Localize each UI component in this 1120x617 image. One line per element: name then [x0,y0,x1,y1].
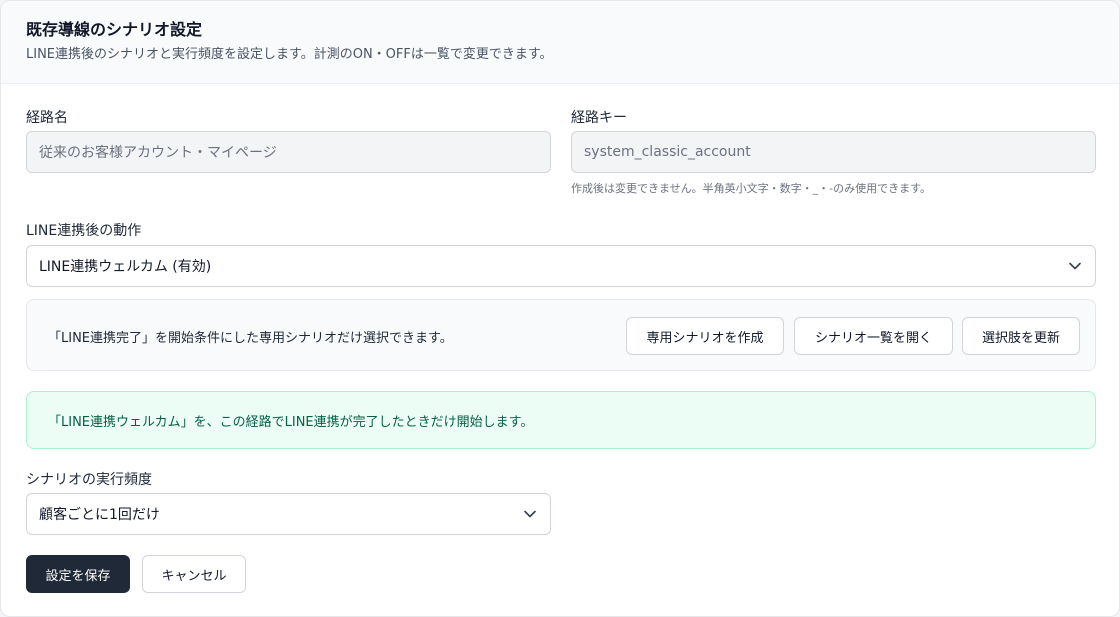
save-button[interactable]: 設定を保存 [26,555,130,593]
cancel-button[interactable]: キャンセル [142,555,246,593]
page-title: 既存導線のシナリオ設定 [26,20,203,39]
frequency-selected-value: 顧客ごとに1回だけ [39,507,160,523]
scenario-settings-card: 既存導線のシナリオ設定 LINE連携後のシナリオと実行頻度を設定します。計測のO… [0,0,1120,617]
frequency-select[interactable]: 顧客ごとに1回だけ [26,493,551,535]
route-name-field: 従来のお客様アカウント・マイページ [26,131,551,173]
card-header: 既存導線のシナリオ設定 LINE連携後のシナリオと実行頻度を設定します。計測のO… [1,1,1119,84]
route-key-label: 経路キー [571,110,627,126]
route-key-hint: 作成後は変更できません。半角英小文字・数字・_・-のみ使用できます。 [571,182,932,195]
action-label: LINE連携後の動作 [26,223,142,239]
open-scenario-list-button[interactable]: シナリオ一覧を開く [794,317,953,355]
action-selected-value: LINE連携ウェルカム (有効) [39,259,212,275]
success-message-box: 「LINE連携ウェルカム」を、この経路でLINE連携が完了したときだけ開始します… [26,391,1096,449]
route-name-label: 経路名 [26,110,68,126]
create-scenario-button[interactable]: 専用シナリオを作成 [626,317,784,355]
action-select[interactable]: LINE連携ウェルカム (有効) [26,245,1096,287]
route-key-field: system_classic_account [571,131,1096,173]
chevron-down-icon [522,506,538,522]
route-name-value: 従来のお客様アカウント・マイページ [39,145,277,161]
page-subtitle: LINE連携後のシナリオと実行頻度を設定します。計測のON・OFFは一覧で変更で… [26,47,553,62]
refresh-options-button[interactable]: 選択肢を更新 [962,317,1080,355]
scenario-info-text: 「LINE連携完了」を開始条件にした専用シナリオだけ選択できます。 [48,331,453,346]
chevron-down-icon [1067,258,1083,274]
scenario-info-box: 「LINE連携完了」を開始条件にした専用シナリオだけ選択できます。 専用シナリオ… [26,299,1096,371]
success-message: 「LINE連携ウェルカム」を、この経路でLINE連携が完了したときだけ開始します… [48,414,534,430]
frequency-label: シナリオの実行頻度 [26,472,152,488]
route-key-value: system_classic_account [584,144,751,160]
